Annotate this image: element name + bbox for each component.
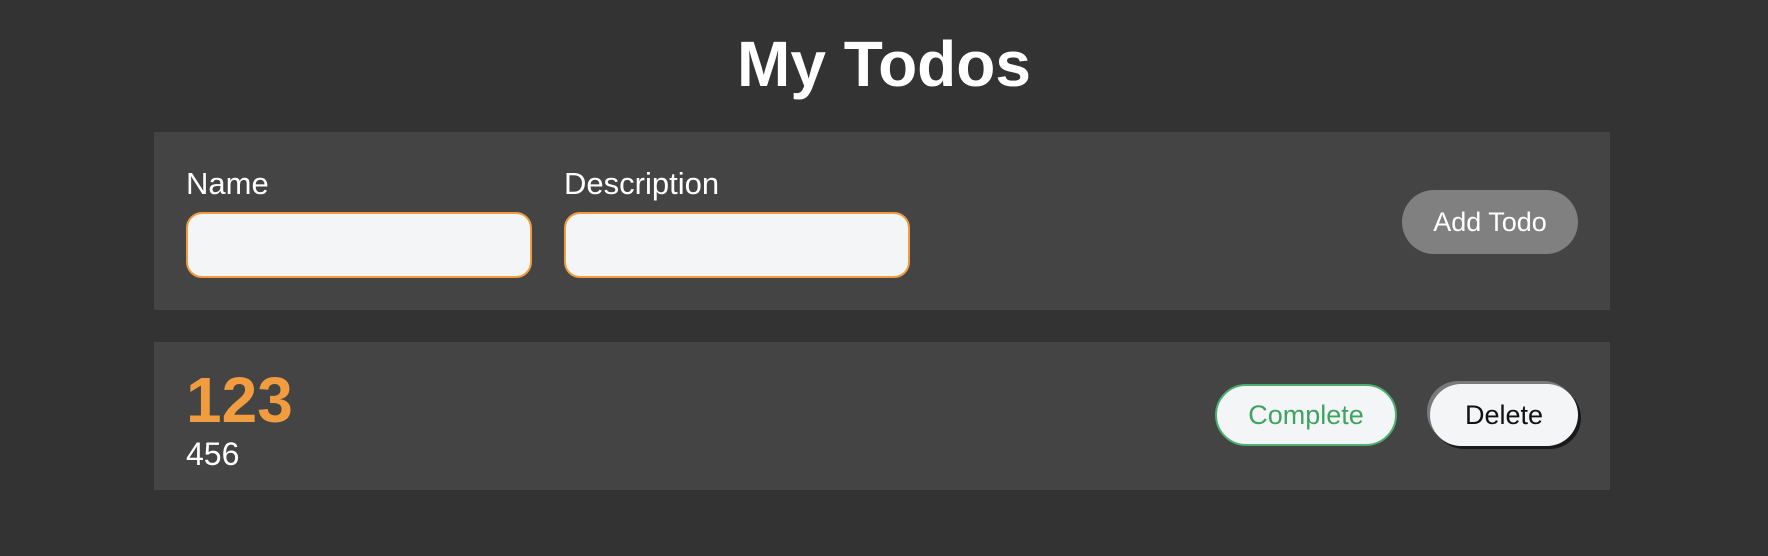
todo-app: My Todos Name Description Add Todo 123 4… (0, 0, 1768, 556)
name-label: Name (186, 166, 269, 201)
todo-name: 123 (186, 364, 293, 436)
todo-item: 123 456 Complete Delete (154, 342, 1610, 490)
todo-description: 456 (186, 436, 240, 472)
name-field: Name (186, 166, 532, 278)
description-input[interactable] (564, 212, 910, 278)
page-title: My Todos (737, 28, 1031, 100)
description-field: Description (564, 166, 910, 278)
delete-button[interactable]: Delete (1430, 384, 1578, 446)
name-input[interactable] (186, 212, 532, 278)
complete-button[interactable]: Complete (1215, 384, 1397, 446)
add-todo-button[interactable]: Add Todo (1402, 190, 1578, 254)
add-todo-form: Name Description Add Todo (154, 132, 1610, 310)
description-label: Description (564, 166, 720, 201)
